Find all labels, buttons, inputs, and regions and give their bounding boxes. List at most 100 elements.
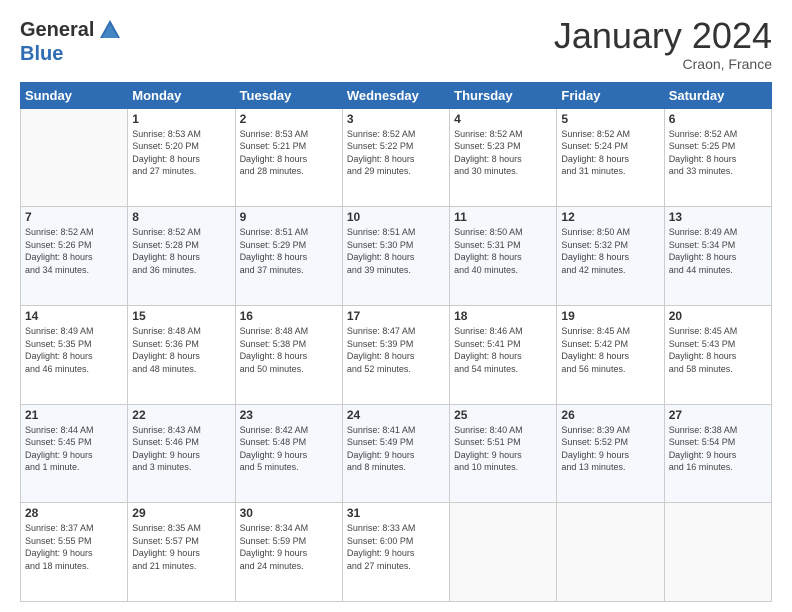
calendar-cell: 23Sunrise: 8:42 AM Sunset: 5:48 PM Dayli… [235,404,342,503]
day-info: Sunrise: 8:49 AM Sunset: 5:35 PM Dayligh… [25,325,123,375]
calendar-cell: 24Sunrise: 8:41 AM Sunset: 5:49 PM Dayli… [342,404,449,503]
day-info: Sunrise: 8:48 AM Sunset: 5:38 PM Dayligh… [240,325,338,375]
day-info: Sunrise: 8:52 AM Sunset: 5:24 PM Dayligh… [561,128,659,178]
weekday-header: Friday [557,82,664,108]
day-number: 3 [347,112,445,126]
day-info: Sunrise: 8:52 AM Sunset: 5:26 PM Dayligh… [25,226,123,276]
day-info: Sunrise: 8:53 AM Sunset: 5:20 PM Dayligh… [132,128,230,178]
calendar-cell: 26Sunrise: 8:39 AM Sunset: 5:52 PM Dayli… [557,404,664,503]
calendar-week-row: 1 Sunrise: 8:53 AM Sunset: 5:20 PM Daylig… [21,108,772,207]
logo-icon [96,16,124,44]
calendar-cell: 16 Sunrise: 8:48 AM Sunset: 5:38 PM Dayli… [235,305,342,404]
day-number: 13 [669,210,767,224]
calendar-cell: 12 Sunrise: 8:50 AM Sunset: 5:32 PM Dayli… [557,207,664,306]
calendar-cell: 28Sunrise: 8:37 AM Sunset: 5:55 PM Dayli… [21,503,128,602]
weekday-header: Sunday [21,82,128,108]
weekday-header: Tuesday [235,82,342,108]
calendar-cell: 9Sunrise: 8:51 AM Sunset: 5:29 PM Daylig… [235,207,342,306]
day-number: 20 [669,309,767,323]
calendar-week-row: 21 Sunrise: 8:44 AM Sunset: 5:45 PM Dayli… [21,404,772,503]
calendar-cell: 11 Sunrise: 8:50 AM Sunset: 5:31 PM Dayli… [450,207,557,306]
calendar-header-row: SundayMondayTuesdayWednesdayThursdayFrid… [21,82,772,108]
calendar-cell: 6Sunrise: 8:52 AM Sunset: 5:25 PM Daylig… [664,108,771,207]
day-info: Sunrise: 8:52 AM Sunset: 5:22 PM Dayligh… [347,128,445,178]
day-number: 11 [454,210,552,224]
day-number: 21 [25,408,123,422]
calendar-cell: 31 Sunrise: 8:33 AM Sunset: 6:00 PM Dayli… [342,503,449,602]
calendar-cell: 22Sunrise: 8:43 AM Sunset: 5:46 PM Dayli… [128,404,235,503]
day-number: 12 [561,210,659,224]
day-number: 9 [240,210,338,224]
logo-general: General [20,19,94,41]
calendar-cell: 8 Sunrise: 8:52 AM Sunset: 5:28 PM Daylig… [128,207,235,306]
day-info: Sunrise: 8:52 AM Sunset: 5:28 PM Dayligh… [132,226,230,276]
calendar-cell: 14 Sunrise: 8:49 AM Sunset: 5:35 PM Dayli… [21,305,128,404]
day-info: Sunrise: 8:40 AM Sunset: 5:51 PM Dayligh… [454,424,552,474]
day-number: 27 [669,408,767,422]
day-info: Sunrise: 8:50 AM Sunset: 5:32 PM Dayligh… [561,226,659,276]
day-info: Sunrise: 8:50 AM Sunset: 5:31 PM Dayligh… [454,226,552,276]
day-info: Sunrise: 8:48 AM Sunset: 5:36 PM Dayligh… [132,325,230,375]
day-info: Sunrise: 8:35 AM Sunset: 5:57 PM Dayligh… [132,522,230,572]
weekday-header: Thursday [450,82,557,108]
logo: General Blue [20,16,124,64]
day-number: 6 [669,112,767,126]
calendar-cell: 15 Sunrise: 8:48 AM Sunset: 5:36 PM Dayli… [128,305,235,404]
day-number: 5 [561,112,659,126]
calendar-cell: 3 Sunrise: 8:52 AM Sunset: 5:22 PM Daylig… [342,108,449,207]
header: General Blue January 2024 Craon, France [20,16,772,72]
calendar-cell: 30 Sunrise: 8:34 AM Sunset: 5:59 PM Dayli… [235,503,342,602]
day-number: 8 [132,210,230,224]
day-info: Sunrise: 8:38 AM Sunset: 5:54 PM Dayligh… [669,424,767,474]
calendar-cell: 27 Sunrise: 8:38 AM Sunset: 5:54 PM Dayli… [664,404,771,503]
day-info: Sunrise: 8:44 AM Sunset: 5:45 PM Dayligh… [25,424,123,474]
day-info: Sunrise: 8:33 AM Sunset: 6:00 PM Dayligh… [347,522,445,572]
day-info: Sunrise: 8:52 AM Sunset: 5:23 PM Dayligh… [454,128,552,178]
day-info: Sunrise: 8:51 AM Sunset: 5:30 PM Dayligh… [347,226,445,276]
month-title: January 2024 [554,16,772,56]
day-number: 30 [240,506,338,520]
calendar-cell [664,503,771,602]
day-number: 18 [454,309,552,323]
day-number: 1 [132,112,230,126]
calendar-cell: 5 Sunrise: 8:52 AM Sunset: 5:24 PM Daylig… [557,108,664,207]
day-number: 7 [25,210,123,224]
day-info: Sunrise: 8:46 AM Sunset: 5:41 PM Dayligh… [454,325,552,375]
calendar-cell: 1 Sunrise: 8:53 AM Sunset: 5:20 PM Daylig… [128,108,235,207]
page: General Blue January 2024 Craon, France … [0,0,792,612]
day-number: 16 [240,309,338,323]
calendar-cell: 20 Sunrise: 8:45 AM Sunset: 5:43 PM Dayli… [664,305,771,404]
location: Craon, France [554,56,772,72]
calendar-week-row: 14 Sunrise: 8:49 AM Sunset: 5:35 PM Dayli… [21,305,772,404]
day-number: 14 [25,309,123,323]
day-number: 23 [240,408,338,422]
day-number: 10 [347,210,445,224]
day-number: 25 [454,408,552,422]
calendar-cell: 2 Sunrise: 8:53 AM Sunset: 5:21 PM Daylig… [235,108,342,207]
weekday-header: Monday [128,82,235,108]
calendar-cell: 4Sunrise: 8:52 AM Sunset: 5:23 PM Daylig… [450,108,557,207]
calendar-cell: 7 Sunrise: 8:52 AM Sunset: 5:26 PM Daylig… [21,207,128,306]
day-number: 28 [25,506,123,520]
day-number: 24 [347,408,445,422]
calendar-cell: 10 Sunrise: 8:51 AM Sunset: 5:30 PM Dayli… [342,207,449,306]
day-number: 15 [132,309,230,323]
calendar-table: SundayMondayTuesdayWednesdayThursdayFrid… [20,82,772,602]
calendar-cell: 18 Sunrise: 8:46 AM Sunset: 5:41 PM Dayli… [450,305,557,404]
day-number: 2 [240,112,338,126]
calendar-cell: 25 Sunrise: 8:40 AM Sunset: 5:51 PM Dayli… [450,404,557,503]
calendar-week-row: 28Sunrise: 8:37 AM Sunset: 5:55 PM Dayli… [21,503,772,602]
day-info: Sunrise: 8:39 AM Sunset: 5:52 PM Dayligh… [561,424,659,474]
day-info: Sunrise: 8:45 AM Sunset: 5:42 PM Dayligh… [561,325,659,375]
weekday-header: Wednesday [342,82,449,108]
calendar-cell [450,503,557,602]
day-info: Sunrise: 8:45 AM Sunset: 5:43 PM Dayligh… [669,325,767,375]
calendar-cell [21,108,128,207]
calendar-cell: 29 Sunrise: 8:35 AM Sunset: 5:57 PM Dayli… [128,503,235,602]
day-info: Sunrise: 8:34 AM Sunset: 5:59 PM Dayligh… [240,522,338,572]
weekday-header: Saturday [664,82,771,108]
day-number: 31 [347,506,445,520]
calendar-cell: 19Sunrise: 8:45 AM Sunset: 5:42 PM Dayli… [557,305,664,404]
day-info: Sunrise: 8:53 AM Sunset: 5:21 PM Dayligh… [240,128,338,178]
day-number: 29 [132,506,230,520]
